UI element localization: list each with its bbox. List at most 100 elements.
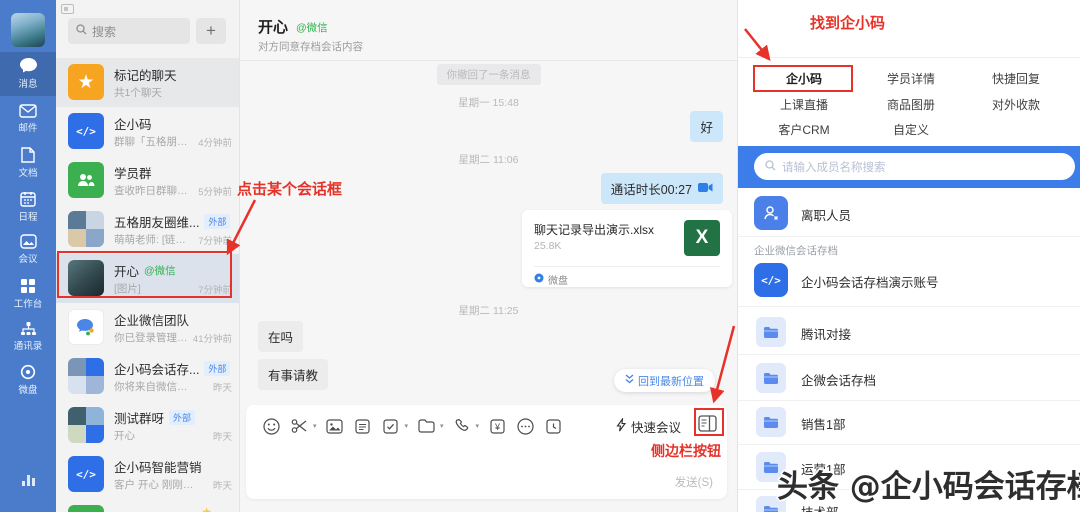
chat-bubble-icon [19,58,38,78]
avatar[interactable] [11,13,45,47]
chat-time: 7分钟前 [198,285,232,296]
nav-item-meeting[interactable]: 会议 [0,229,56,273]
dropdown-caret-icon[interactable]: ▾ [405,422,409,430]
archive-account-item[interactable]: </> 企小码会话存档演示账号 [738,258,1080,304]
nav-label: 消息 [18,79,38,90]
folder-icon [756,363,786,393]
chat-title: 开心 [114,265,140,279]
tab-student-detail[interactable]: 学员详情 [861,67,961,91]
folder-icon [756,317,786,347]
incoming-message: 在吗 [258,321,304,352]
send-button[interactable]: 发送(S) [675,474,713,490]
screenshot-scissors-icon[interactable] [288,414,310,438]
drive-source-icon [534,273,544,286]
quick-meeting-button[interactable]: 快速会议 [616,416,681,436]
emoji-icon[interactable] [260,414,282,438]
chat-subtitle: 共1个聊天 [114,87,162,99]
tab-customer-crm[interactable]: 客户CRM [754,118,854,142]
resigned-staff-item[interactable]: 离职人员 [738,190,1080,236]
more-ellipsis-icon[interactable] [514,414,536,438]
folder-item-tech[interactable]: 技术部 [738,490,1080,512]
dropdown-caret-icon[interactable]: ▾ [313,422,317,430]
file-message-card[interactable]: 聊天记录导出演示.xlsx 25.8K X 微盘 [522,210,732,287]
chat-subtitle: 客户 开心 刚刚添加... [114,479,196,491]
file-icon[interactable] [352,414,374,438]
list-item-wuge-moments[interactable]: 五格朋友圈维... 外部 萌萌老师: [链接]... 7分钟前 [56,205,239,254]
folder-item-wecom-archive[interactable]: 企微会话存档 [738,356,1080,400]
red-packet-icon[interactable]: ¥ [486,414,508,438]
call-duration-text: 通话时长00:27 [610,183,692,197]
folder-item-tencent[interactable]: 腾讯对接 [738,310,1080,354]
incoming-message: 有事请教 [258,359,329,390]
chat-search-input[interactable]: 搜索 [68,18,190,44]
tab-product-album[interactable]: 商品图册 [861,93,961,117]
member-search-input[interactable]: 请输入成员名称搜索 [754,153,1075,180]
group-icon [68,162,104,198]
call-duration-message: 通话时长00:27 [600,173,723,204]
list-item-wecom-team[interactable]: 企业微信团队 你已登录管理后台 41分钟前 [56,303,239,352]
folder-label: 腾讯对接 [801,328,852,342]
group-collage-avatar [68,211,104,247]
add-chat-button[interactable]: + [196,18,226,44]
chat-header: 开心 @微信 对方同意存档会话内容 [240,0,737,61]
chat-subtitle: [图片] [114,283,141,295]
nav-item-mail[interactable]: 邮件 [0,99,56,143]
resigned-person-icon [754,196,788,230]
divider [738,354,1080,355]
nav-item-docs[interactable]: 文档 [0,142,56,186]
jump-to-latest-button[interactable]: 回到最新位置 [614,369,715,392]
external-badge: 外部 [204,214,231,229]
list-item-kaixin-selected[interactable]: 开心 @微信 [图片] 7分钟前 [56,254,239,303]
mail-icon [19,104,37,122]
tab-external-payment[interactable]: 对外收款 [966,93,1066,117]
window-control-icon[interactable] [61,4,74,14]
phone-call-icon[interactable] [451,414,473,438]
divider [738,57,1080,58]
divider [738,306,1080,307]
folder-item-sales-1[interactable]: 销售1部 [738,400,1080,444]
code-logo-icon: </> [68,456,104,492]
list-item-student-group[interactable]: 学员群 查收昨日群聊数... 5分钟前 [56,156,239,205]
chat-title: 标记的聊天 [114,69,177,83]
drive-icon [20,364,36,384]
wechat-tag: @微信 [144,265,176,277]
chat-subtitle: 查收昨日群聊数... [114,185,196,197]
tab-live-class[interactable]: 上课直播 [754,93,854,117]
list-item-cutoff[interactable]: ★ [56,499,239,512]
dropdown-caret-icon[interactable]: ▾ [440,422,444,430]
nav-item-contacts[interactable]: 通讯录 [0,316,56,360]
list-item-smart-marketing[interactable]: </> 企小码智能营销 客户 开心 刚刚添加... 昨天 [56,450,239,499]
nav-item-drive[interactable]: 微盘 [0,359,56,403]
external-badge: 外部 [204,361,231,376]
list-item-archive-group[interactable]: 企小码会话存... 外部 你将来自微信的开心... 昨天 [56,352,239,401]
chat-subtitle: 群聊「五格朋友... [114,136,196,148]
archive-section-title: 企业微信会话存档 [754,245,838,257]
group-icon [68,505,104,512]
todo-icon[interactable] [380,414,402,438]
dropdown-caret-icon[interactable]: ▾ [476,422,480,430]
list-item-test-group[interactable]: 测试群呀 外部 开心 昨天 [56,401,239,450]
tab-custom[interactable]: 自定义 [861,118,961,142]
folder-icon[interactable] [415,414,437,438]
calendar-icon [20,192,36,211]
nav-item-workbench[interactable]: 工作台 [0,273,56,317]
history-icon[interactable] [542,414,564,438]
nav-label: 文档 [18,168,38,179]
tab-quick-reply[interactable]: 快捷回复 [966,67,1066,91]
nav-item-stats[interactable] [0,472,56,508]
divider [738,236,1080,237]
list-item-qixiaoma[interactable]: </> 企小码 群聊「五格朋友... 4分钟前 [56,107,239,156]
chat-subtitle: 萌萌老师: [链接]... [114,234,196,246]
timestamp: 星期一 15:48 [458,97,519,109]
annotation-sidebar-button: 侧边栏按钮 [651,443,721,459]
folder-item-operations-1[interactable]: 运营1部 [738,445,1080,489]
list-item-marked-chats[interactable]: ★ 标记的聊天 共1个聊天 [56,58,239,107]
composer-toolbar: ▾ ▾ ▾ ▾ ¥ [260,414,564,438]
chat-time: 昨天 [212,432,232,443]
nav-item-messages[interactable]: 消息 [0,52,56,96]
nav-item-calendar[interactable]: 日程 [0,186,56,230]
tab-qixiaoma[interactable]: 企小码 [754,67,854,91]
sidebar-toggle-button[interactable] [696,415,718,436]
code-logo-icon: </> [68,113,104,149]
image-icon[interactable] [324,414,346,438]
